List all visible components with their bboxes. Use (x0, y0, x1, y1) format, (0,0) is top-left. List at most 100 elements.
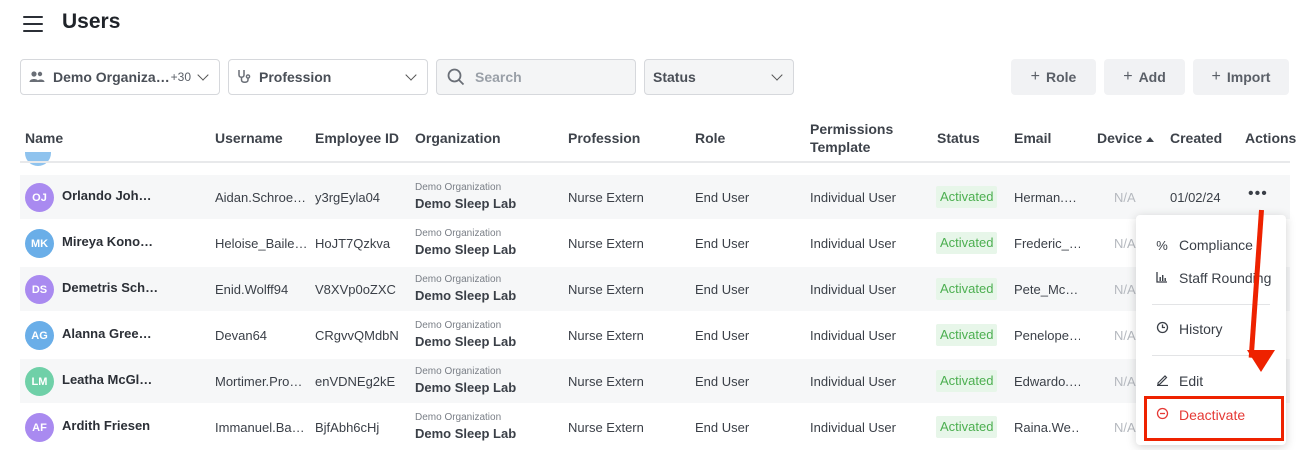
plus-icon: + (1211, 68, 1221, 85)
org-parent-label: Demo Organization (415, 366, 502, 377)
menu-item-staff-rounding[interactable]: Staff Rounding (1136, 264, 1286, 292)
org-name: Demo Sleep Lab (415, 196, 517, 211)
avatar: LM (25, 367, 54, 396)
employee-id-cell: BjfAbh6cHj (315, 420, 380, 435)
email-cell: Raina.We… (1014, 420, 1080, 435)
user-name[interactable]: Demetris Sch… (62, 280, 170, 295)
column-header-actions: Actions (1245, 130, 1297, 146)
role-cell: End User (695, 420, 750, 435)
import-button[interactable]: + Import (1193, 59, 1289, 95)
column-header-name[interactable]: Name (25, 130, 63, 146)
template-cell: Individual User (810, 420, 896, 435)
status-select-label: Status (653, 69, 696, 85)
role-cell: End User (695, 236, 750, 251)
role-cell: End User (695, 374, 750, 389)
add-user-button[interactable]: + Add (1104, 59, 1185, 95)
import-label: Import (1226, 69, 1271, 85)
column-header-email[interactable]: Email (1014, 130, 1051, 146)
chevron-down-icon (405, 69, 417, 81)
profession-filter[interactable]: Profession (228, 59, 428, 95)
search-input[interactable]: Search (436, 59, 636, 95)
user-name[interactable]: Leatha McGl… (62, 372, 170, 387)
table-header: Name Username Employee ID Organization P… (0, 118, 1300, 162)
user-name[interactable]: Mireya Kono… (62, 234, 170, 249)
table-row[interactable]: AF Ardith Friesen Immanuel.Ba… BjfAbh6cHj De… (20, 405, 1290, 449)
more-options-icon[interactable]: ••• (1248, 185, 1268, 203)
user-name[interactable]: Alanna Gree… (62, 326, 170, 341)
avatar: AG (25, 321, 54, 350)
table-row[interactable]: MK Mireya Kono… Heloise_Baile… HoJT7Qzkva De… (20, 221, 1290, 265)
search-placeholder: Search (475, 69, 522, 85)
chevron-down-icon (197, 69, 209, 81)
history-icon (1154, 321, 1170, 337)
avatar: AF (25, 413, 54, 442)
role-cell: End User (695, 282, 750, 297)
permissions-line2: Template (810, 139, 871, 155)
employee-id-cell: CRgvvQMdbN (315, 328, 399, 343)
chevron-down-icon (771, 69, 783, 81)
device-cell: N/A (1114, 236, 1136, 251)
status-badge: Activated (936, 278, 998, 300)
username-cell: Mortimer.Pro… (215, 374, 303, 389)
stethoscope-icon (238, 70, 251, 83)
org-name: Demo Sleep Lab (415, 288, 517, 303)
column-header-organization[interactable]: Organization (415, 130, 501, 146)
status-badge: Activated (936, 416, 998, 438)
table-row[interactable]: DS Demetris Sch… Enid.Wolff94 V8XVp0oZXC Dem… (20, 267, 1290, 311)
organization-filter-count: +30 (170, 70, 191, 84)
column-header-employee-id[interactable]: Employee ID (315, 130, 399, 146)
profession-cell: Nurse Extern (568, 374, 644, 389)
add-role-button[interactable]: + Role (1011, 59, 1096, 95)
template-cell: Individual User (810, 328, 896, 343)
annotation-arrow-head (1247, 350, 1275, 372)
user-name[interactable]: Orlando Joh… (62, 188, 170, 203)
add-user-label: Add (1138, 69, 1166, 85)
column-header-device[interactable]: Device (1097, 130, 1155, 146)
menu-item-compliance[interactable]: % Compliance (1136, 231, 1286, 259)
organization-filter-label: Demo Organiza… (53, 69, 170, 85)
user-name[interactable]: Ardith Friesen (62, 418, 170, 433)
role-cell: End User (695, 190, 750, 205)
sort-ascending-icon (1146, 136, 1155, 142)
employee-id-cell: HoJT7Qzkva (315, 236, 391, 251)
page-title: Users (62, 10, 121, 33)
table-row[interactable]: LM Leatha McGl… Mortimer.Pro… enVDNEg2kE Dem… (20, 359, 1290, 403)
avatar (25, 152, 51, 166)
org-name: Demo Sleep Lab (415, 242, 517, 257)
column-header-profession[interactable]: Profession (568, 130, 640, 146)
status-badge: Activated (936, 370, 998, 392)
column-header-role[interactable]: Role (695, 130, 725, 146)
organization-filter[interactable]: Demo Organiza… +30 (20, 59, 220, 95)
header-divider (20, 161, 1290, 163)
username-cell: Devan64 (215, 328, 268, 343)
menu-item-history[interactable]: History (1136, 315, 1286, 343)
column-header-username[interactable]: Username (215, 130, 283, 146)
device-cell: N/A (1114, 190, 1136, 205)
percent-icon: % (1156, 237, 1168, 253)
add-role-label: Role (1046, 69, 1077, 85)
email-cell: Frederic_… (1014, 236, 1080, 251)
org-name: Demo Sleep Lab (415, 426, 517, 441)
column-header-status[interactable]: Status (937, 130, 980, 146)
column-header-permissions-template[interactable]: Permissions Template (810, 120, 893, 156)
device-cell: N/A (1114, 328, 1136, 343)
username-cell: Heloise_Baile… (215, 236, 307, 251)
permissions-line1: Permissions (810, 121, 894, 137)
template-cell: Individual User (810, 282, 896, 297)
template-cell: Individual User (810, 374, 896, 389)
table-row[interactable]: AG Alanna Gree… Devan64 CRgvvQMdbN Demo Orga… (20, 313, 1290, 357)
employee-id-cell: V8XVp0oZXC (315, 282, 396, 297)
status-select[interactable]: Status (644, 59, 794, 95)
menu-item-label: Compliance (1179, 237, 1253, 253)
menu-icon[interactable] (23, 16, 43, 32)
annotation-highlight (1144, 396, 1284, 441)
column-header-created[interactable]: Created (1170, 130, 1222, 146)
template-cell: Individual User (810, 190, 896, 205)
org-name: Demo Sleep Lab (415, 380, 517, 395)
profession-cell: Nurse Extern (568, 328, 644, 343)
search-icon (447, 68, 465, 86)
avatar: OJ (25, 183, 54, 212)
role-cell: End User (695, 328, 750, 343)
table-row[interactable]: OJ Orlando Joh… Aidan.Schroe… y3rgEyla04 Dem… (20, 175, 1290, 219)
org-parent-label: Demo Organization (415, 412, 502, 423)
